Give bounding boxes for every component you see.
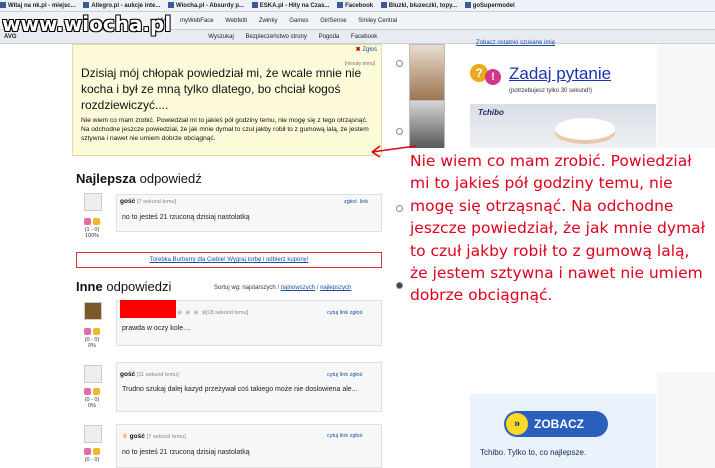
exclamation-icon: ! (485, 69, 501, 85)
tchibo-logo: Tchibo (478, 108, 504, 117)
site-watermark: www.wiocha.pl (2, 12, 172, 36)
crown-icon: ♛ (122, 433, 128, 440)
toolbar-item[interactable]: GirlSense (320, 12, 346, 29)
vote-box: (1 - 0) 100% (80, 218, 104, 239)
answer-box (116, 424, 382, 468)
site-safety-button[interactable]: Bezpieczeństwo strony (246, 30, 307, 43)
thumb-up-icon[interactable] (84, 448, 92, 455)
sort-newest-link[interactable]: najnowszych (281, 285, 315, 291)
ask-question-link[interactable]: Zadaj pytanie (509, 64, 611, 84)
avatar (84, 302, 102, 320)
model-photo[interactable] (409, 44, 445, 104)
answer-author: gość [7 sekund temu] (120, 198, 177, 205)
thumb-down-icon[interactable] (92, 218, 100, 225)
toolbar-item[interactable]: Webfetti (225, 12, 247, 29)
answer-links[interactable]: cytuj link zgłoś (327, 372, 362, 378)
answer-time: [18 sekund temu] (206, 310, 249, 316)
toolbar-item[interactable]: Games (289, 12, 308, 29)
question-title: Dzisiaj mój chłopak powiedział mi, że wc… (81, 66, 362, 112)
censor-bar (120, 300, 176, 318)
sort-options: Sortuj wg: najstarszych / najnowszych / … (214, 285, 352, 291)
facebook-button[interactable]: Facebook (351, 30, 377, 43)
rating-stars: ★★★★ (176, 308, 209, 317)
vote-box: (0 - 0) 0% (80, 388, 104, 409)
favicon-icon (251, 2, 258, 9)
ad-link[interactable]: Torebka Burberry dla Ciebie! Wygraj torb… (76, 252, 382, 268)
answer-links[interactable]: cytuj link zgłoś (327, 310, 362, 316)
bookmark-item[interactable]: Witaj na nk.pl - miejsc... (0, 0, 76, 11)
vote-box: (0 - 0) (80, 448, 104, 463)
report-label: Zgłoś (362, 47, 377, 53)
favicon-icon (168, 2, 174, 9)
answer-text: Trudno szukaj dalej kazyd przeżywał coś … (122, 386, 358, 393)
bookmark-item[interactable]: ESKA.pl - Hity na Czas... (251, 0, 329, 11)
vote-box: (0 - 0) 0% (80, 328, 104, 349)
vote-percent: 100% (84, 233, 100, 239)
avatar (84, 425, 102, 443)
toolbar-item[interactable]: myWebFace (180, 12, 214, 29)
toolbar-item[interactable]: Zwinky (259, 12, 278, 29)
weather-button[interactable]: Pogoda (319, 30, 340, 43)
answer-author: gość [11 sekund temu] (120, 371, 179, 378)
bookmark-item[interactable]: Facebook (337, 0, 373, 11)
favicon-icon (380, 2, 387, 9)
recent-names-link[interactable]: Zobacz ostatnio szukane imię (476, 40, 555, 46)
bookmark-item[interactable]: Wiocha.pl - Absurdy p... (168, 0, 244, 11)
bookmarks-bar: Witaj na nk.pl - miejsc... Allegro.pl - … (0, 0, 715, 12)
question-body: Nie wiem co mam zrobić. Powiedział mi to… (81, 117, 369, 142)
bookmark-item[interactable]: Bluzki, bluzeczki, topy... (380, 0, 457, 11)
answer-text: no to jesteś 21 rzuconą dzisiaj nastolat… (122, 449, 250, 456)
radio-option[interactable] (396, 128, 403, 135)
answer-links[interactable]: cytuj link zgłoś (327, 433, 362, 439)
favicon-icon (83, 2, 90, 9)
sort-best-link[interactable]: najlepszych (320, 285, 351, 291)
thumb-down-icon[interactable] (92, 388, 100, 395)
best-answer-heading: Najlepsza odpowiedź (76, 171, 202, 186)
radio-option[interactable] (396, 60, 403, 67)
thumb-down-icon[interactable] (92, 328, 100, 335)
avatar (84, 193, 102, 211)
ask-question-subtitle: (potrzebujesz tylko 30 sekund!) (509, 88, 593, 94)
tchibo-slogan: Tchibo. Tylko to, co najlepsze. (480, 448, 587, 457)
avatar (84, 365, 102, 383)
bookmark-item[interactable]: Allegro.pl - aukcje inte... (83, 0, 160, 11)
coffee-cup-image (555, 118, 615, 140)
thumb-up-icon[interactable] (84, 328, 92, 335)
answer-links[interactable]: zgłoś link (344, 199, 368, 205)
question-box: ✖ Zgłoś [minutę temu] Dzisiaj mój chłopa… (72, 44, 382, 156)
thumb-up-icon[interactable] (84, 218, 92, 225)
thumb-down-icon[interactable] (92, 448, 100, 455)
thumb-up-icon[interactable] (84, 388, 92, 395)
other-answers-heading: Inne odpowiedzi (76, 279, 172, 294)
search-button[interactable]: Wyszukaj (208, 30, 234, 43)
favicon-icon (464, 2, 471, 9)
favicon-icon (0, 2, 6, 9)
radio-option[interactable] (396, 205, 403, 212)
bookmark-item[interactable]: goSupermodel (464, 0, 515, 11)
answer-author: ♛ gość [7 sekund temu] (122, 433, 186, 440)
arrow-icon: » (506, 413, 528, 435)
answer-text: no to jesteś 21 rzuconą dzisiaj nastolat… (122, 214, 250, 221)
annotation-text: Nie wiem co mam zrobić. Powiedział mi to… (410, 152, 706, 305)
facebook-icon (337, 2, 344, 9)
radio-option[interactable] (396, 282, 403, 289)
toolbar-item[interactable]: Smiley Central (358, 12, 397, 29)
close-icon: ✖ (355, 47, 361, 53)
report-link[interactable]: ✖ Zgłoś (356, 46, 377, 53)
answer-text: prawda w oczy kole.... (122, 325, 191, 332)
